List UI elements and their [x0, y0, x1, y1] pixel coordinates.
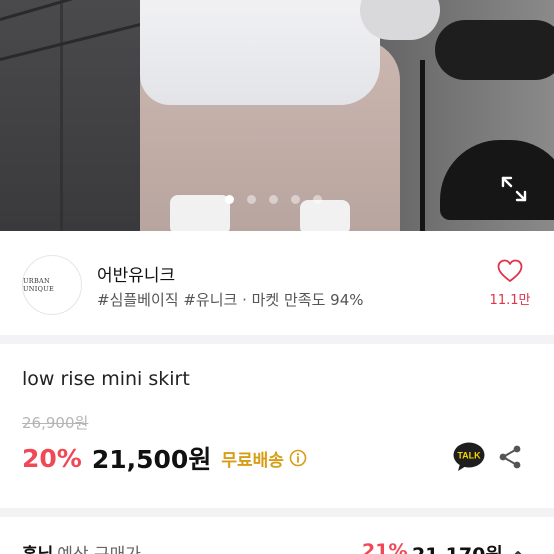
- user-name: 혼님: [22, 545, 53, 554]
- carousel-dot[interactable]: [247, 195, 256, 204]
- background-rail: [60, 0, 63, 231]
- carousel-dot[interactable]: [269, 195, 278, 204]
- estimated-price-label: 혼님 예상 구매가: [22, 540, 141, 554]
- shop-logo-text: URBAN UNIQUE: [23, 277, 55, 293]
- estimated-price: 21,170원: [412, 540, 503, 554]
- background-rail: [0, 0, 145, 21]
- estimated-discount: 21%: [362, 540, 408, 554]
- model-sock: [300, 200, 350, 231]
- info-icon[interactable]: [289, 449, 307, 467]
- shop-info[interactable]: URBAN UNIQUE 어반유니크 #심플베이직 #유니크 · 마켓 만족도 …: [0, 231, 554, 335]
- free-shipping-badge: 무료배송: [221, 450, 284, 471]
- section-divider: [0, 335, 554, 344]
- kakao-talk-icon[interactable]: TALK: [453, 442, 485, 472]
- carousel-dot[interactable]: [291, 195, 300, 204]
- carousel-indicator: [225, 195, 322, 204]
- shop-name[interactable]: 어반유니크: [97, 261, 175, 286]
- model-sock: [170, 195, 230, 231]
- chair-leg: [420, 60, 425, 231]
- estimated-price-caption: 예상 구매가: [57, 545, 141, 554]
- discount-rate: 20%: [22, 443, 82, 473]
- shop-tags: #심플베이직 #유니크 · 마켓 만족도 94%: [97, 291, 364, 309]
- chair-back: [435, 20, 554, 80]
- product-title: low rise mini skirt: [22, 368, 190, 390]
- section-divider: [0, 508, 554, 517]
- shop-logo[interactable]: URBAN UNIQUE: [22, 255, 82, 315]
- background-rail: [0, 21, 146, 61]
- original-price: 26,900원: [22, 414, 89, 432]
- carousel-dot[interactable]: [313, 195, 322, 204]
- favorite-count: 11.1만: [489, 293, 531, 308]
- chevron-up-icon[interactable]: [508, 545, 528, 554]
- carousel-dot-active[interactable]: [225, 195, 234, 204]
- price-row: 20% 21,500원 무료배송: [22, 440, 307, 476]
- model-skirt: [140, 0, 380, 105]
- product-image-carousel[interactable]: [0, 0, 554, 231]
- model-sweater: [360, 0, 440, 40]
- heart-outline-icon: [497, 259, 523, 282]
- expand-icon[interactable]: [500, 175, 528, 203]
- share-icon[interactable]: [497, 444, 523, 470]
- estimated-price-row[interactable]: 혼님 예상 구매가 21% 21,170원: [0, 517, 554, 554]
- favorite-button[interactable]: 11.1만: [484, 259, 536, 308]
- sale-price: 21,500원: [91, 445, 212, 474]
- talk-label: TALK: [457, 451, 481, 461]
